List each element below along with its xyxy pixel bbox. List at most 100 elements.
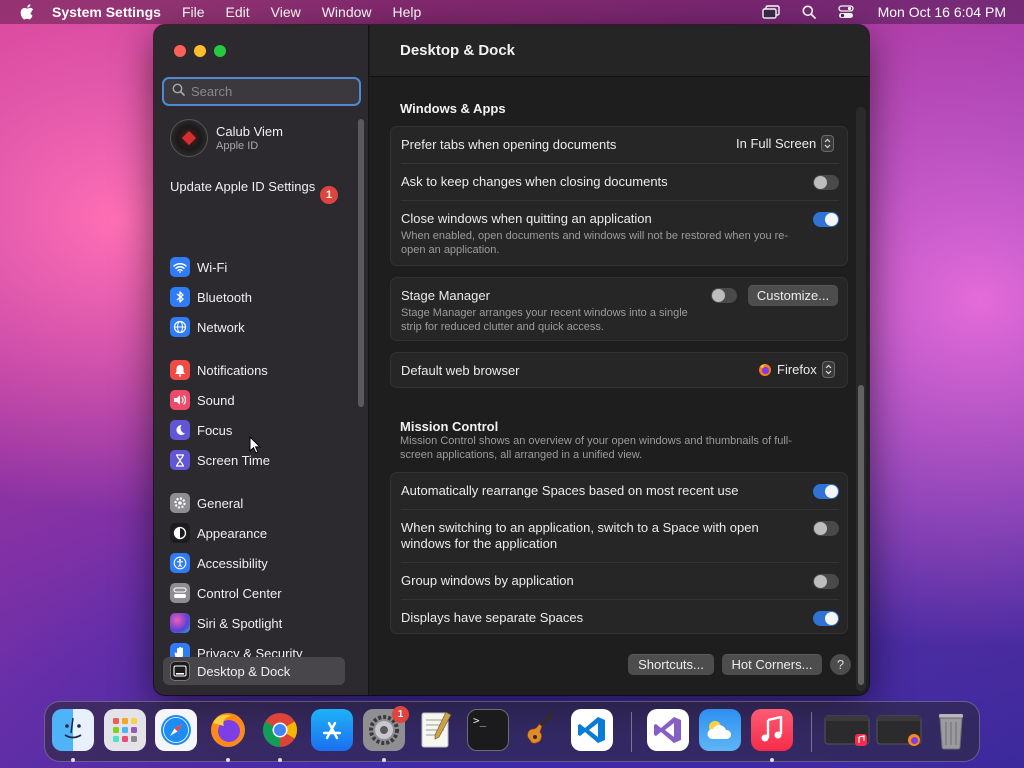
page-title: Desktop & Dock <box>400 42 516 59</box>
sidebar-item-sound[interactable]: Sound <box>170 390 235 410</box>
control-center-icon[interactable] <box>837 5 854 19</box>
search-input[interactable] <box>191 84 351 99</box>
sidebar-item-siri-spotlight[interactable]: Siri & Spotlight <box>170 613 282 633</box>
sidebar-item-label: Accessibility <box>197 555 268 571</box>
dock-badge: 1 <box>392 706 409 723</box>
sidebar-item-label: Sound <box>197 392 235 408</box>
menu-app-name[interactable]: System Settings <box>52 4 161 20</box>
chevron-up-down-icon <box>821 135 835 152</box>
search-field[interactable] <box>162 77 361 106</box>
rearrange-spaces-toggle[interactable] <box>813 484 839 499</box>
stage-manager-toggle[interactable] <box>711 288 737 303</box>
separate-spaces-toggle[interactable] <box>813 611 839 626</box>
menu-file[interactable]: File <box>182 4 205 20</box>
switch-space-toggle[interactable] <box>813 521 839 536</box>
sidebar-item-wifi[interactable]: Wi-Fi <box>170 257 227 277</box>
sidebar-item-label: Network <box>197 319 245 335</box>
music-icon[interactable] <box>751 709 793 751</box>
mission-control-card: Automatically rearrange Spaces based on … <box>390 472 848 634</box>
mouse-cursor-icon <box>249 435 262 459</box>
default-browser-popup[interactable]: Firefox <box>758 361 835 378</box>
sidebar-item-focus[interactable]: Focus <box>170 420 232 440</box>
customize-button[interactable]: Customize... <box>748 285 838 306</box>
minimized-window-icon[interactable] <box>875 709 923 751</box>
setting-row-close-windows: Close windows when quitting an applicati… <box>391 201 849 267</box>
sidebar-item-label: Desktop & Dock <box>197 663 291 679</box>
sidebar-item-label: Bluetooth <box>197 289 252 305</box>
menu-view[interactable]: View <box>271 4 301 20</box>
content-scrollbar[interactable] <box>856 107 866 691</box>
sidebar-item-bluetooth[interactable]: Bluetooth <box>170 287 252 307</box>
setting-label: Group windows by application <box>401 573 574 588</box>
help-button[interactable]: ? <box>830 654 851 675</box>
finder-icon[interactable] <box>52 709 94 751</box>
menu-bar-clock[interactable]: Mon Oct 16 6:04 PM <box>878 4 1006 20</box>
popup-value: In Full Screen <box>736 136 817 151</box>
siri-icon <box>170 613 190 633</box>
dock: 1 >_ <box>44 701 980 762</box>
setting-label: Prefer tabs when opening documents <box>401 137 617 152</box>
zoom-window-button[interactable] <box>214 45 226 57</box>
sidebar-item-notifications[interactable]: Notifications <box>170 360 268 380</box>
dock-icon <box>170 661 190 681</box>
menu-help[interactable]: Help <box>393 4 422 20</box>
trash-icon[interactable] <box>930 709 972 751</box>
minimize-window-button[interactable] <box>194 45 206 57</box>
chrome-icon[interactable] <box>259 709 301 751</box>
apple-id-profile[interactable]: Calub Viem Apple ID <box>170 119 283 157</box>
hourglass-icon <box>170 450 190 470</box>
mission-control-description: Mission Control shows an overview of you… <box>400 435 792 461</box>
screen-mirroring-icon[interactable] <box>761 5 780 19</box>
visual-studio-icon[interactable] <box>647 709 689 751</box>
wifi-icon <box>170 257 190 277</box>
sidebar-item-control-center[interactable]: Control Center <box>170 583 282 603</box>
garageband-icon[interactable] <box>519 709 561 751</box>
weather-icon[interactable] <box>699 709 741 751</box>
terminal-icon[interactable]: >_ <box>467 709 509 751</box>
menu-window[interactable]: Window <box>322 4 372 20</box>
shortcuts-button[interactable]: Shortcuts... <box>628 654 714 675</box>
setting-row-ask-keep-changes: Ask to keep changes when closing documen… <box>391 164 849 200</box>
appearance-icon <box>170 523 190 543</box>
ask-keep-changes-toggle[interactable] <box>813 175 839 190</box>
firefox-icon[interactable] <box>207 709 249 751</box>
menu-edit[interactable]: Edit <box>226 4 250 20</box>
sidebar-item-label: Notifications <box>197 362 268 378</box>
setting-row-separate-spaces: Displays have separate Spaces <box>391 600 849 635</box>
sidebar-item-label: Wi-Fi <box>197 259 228 275</box>
setting-label: Close windows when quitting an applicati… <box>401 211 652 226</box>
vscode-icon[interactable] <box>571 709 613 751</box>
apple-menu-icon[interactable] <box>20 4 34 20</box>
bluetooth-icon <box>170 287 190 307</box>
hot-corners-button[interactable]: Hot Corners... <box>722 654 822 675</box>
sidebar-item-general[interactable]: General <box>170 493 243 513</box>
chevron-up-down-icon <box>821 361 835 378</box>
window-controls <box>174 45 234 57</box>
sidebar-scrollbar[interactable] <box>358 119 364 407</box>
stage-manager-card: Stage Manager Stage Manager arranges you… <box>390 277 848 341</box>
sidebar-item-label: General <box>197 495 244 511</box>
setting-label: Displays have separate Spaces <box>401 610 584 625</box>
sidebar-item-network[interactable]: Network <box>170 317 245 337</box>
sidebar-item-accessibility[interactable]: Accessibility <box>170 553 268 573</box>
group-windows-toggle[interactable] <box>813 574 839 589</box>
content-pane: Desktop & Dock Windows & Apps Prefer tab… <box>370 25 869 695</box>
search-icon <box>172 83 185 101</box>
close-windows-toggle[interactable] <box>813 212 839 227</box>
safari-icon[interactable] <box>155 709 197 751</box>
launchpad-icon[interactable] <box>104 709 146 751</box>
close-window-button[interactable] <box>174 45 186 57</box>
prefer-tabs-popup[interactable]: In Full Screen <box>736 135 835 152</box>
update-apple-id-settings[interactable]: Update Apple ID Settings <box>170 179 340 195</box>
control-center-icon <box>170 583 190 603</box>
default-browser-label: Default web browser <box>401 363 520 378</box>
spotlight-search-icon[interactable] <box>802 5 816 19</box>
section-title-mission-control: Mission Control <box>400 419 499 434</box>
sidebar-item-desktop-dock[interactable]: Desktop & Dock <box>163 657 345 685</box>
app-store-icon[interactable] <box>311 709 353 751</box>
sidebar-item-appearance[interactable]: Appearance <box>170 523 267 543</box>
avatar <box>170 119 208 157</box>
profile-name: Calub Viem <box>216 124 283 139</box>
minimized-window-icon[interactable] <box>823 709 871 751</box>
textedit-icon[interactable] <box>415 709 457 751</box>
